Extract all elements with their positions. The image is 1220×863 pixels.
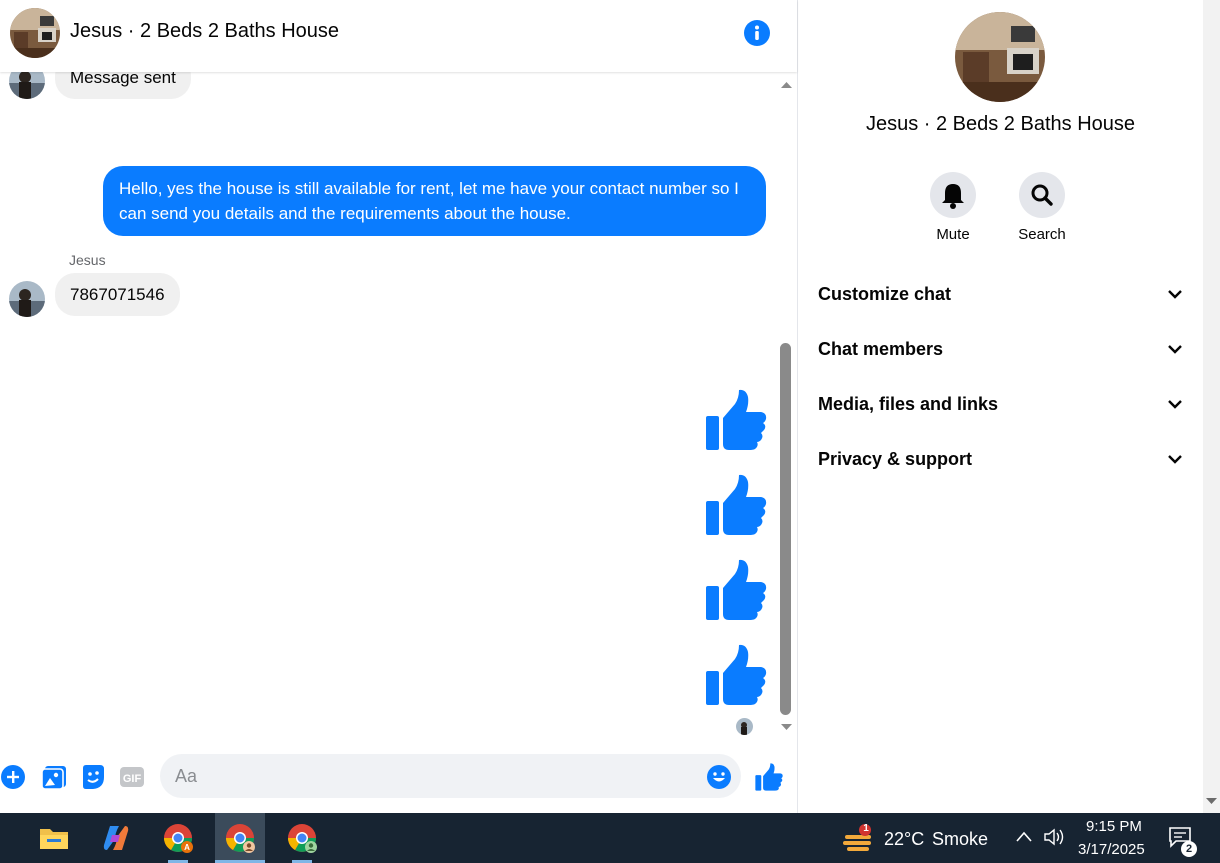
like-sticker-icon[interactable] [703, 473, 769, 537]
like-sticker-icon[interactable] [703, 388, 769, 452]
search-button[interactable]: Search [1007, 172, 1077, 243]
details-title: Jesus · 2 Beds 2 Baths House [865, 113, 1136, 135]
info-icon [755, 25, 759, 40]
chat-title[interactable]: Jesus · 2 Beds 2 Baths House [70, 20, 339, 43]
chrome-profile-icon [226, 824, 255, 853]
chevron-down-icon [1168, 400, 1182, 409]
weather-badge: 1 [863, 823, 869, 834]
chrome-profile-green-button[interactable] [277, 813, 327, 863]
scroll-up-icon[interactable] [779, 78, 794, 92]
search-icon [1031, 184, 1053, 206]
chrome-profile-a-button[interactable]: A [153, 813, 203, 863]
details-avatar[interactable] [955, 12, 1045, 102]
like-sticker-icon[interactable] [703, 558, 769, 622]
section-media-files-links[interactable]: Media, files and links [818, 384, 1183, 424]
message-list: Message sent Hello, yes the house is sti… [0, 72, 778, 740]
section-privacy-support[interactable]: Privacy & support [818, 439, 1183, 479]
scroll-down-icon[interactable] [779, 720, 794, 734]
chrome-profile-a-icon: A [164, 824, 193, 853]
chat-avatar[interactable] [10, 8, 60, 58]
message-bubble-outgoing[interactable]: Hello, yes the house is still available … [103, 166, 766, 236]
chat-header: Jesus · 2 Beds 2 Baths House [0, 0, 797, 72]
sender-avatar[interactable] [9, 281, 45, 317]
message-bubble-incoming[interactable]: 7867071546 [55, 273, 180, 316]
mute-button[interactable]: Mute [918, 172, 988, 243]
chat-pane: Jesus · 2 Beds 2 Baths House Message sen… [0, 0, 797, 813]
info-button[interactable] [744, 20, 770, 46]
copilot-icon [103, 826, 129, 850]
chrome-profile-green-icon [288, 824, 317, 853]
weather-temperature[interactable]: 22°C [884, 829, 924, 850]
section-customize-chat[interactable]: Customize chat [818, 274, 1183, 314]
details-pane: Jesus · 2 Beds 2 Baths House Mute Search… [798, 0, 1203, 813]
scroll-down-icon[interactable] [1205, 795, 1218, 807]
svg-text:GIF: GIF [123, 773, 142, 785]
weather-condition[interactable]: Smoke [932, 829, 988, 850]
chevron-down-icon [1168, 345, 1182, 354]
chevron-down-icon [1168, 455, 1182, 464]
page-scrollbar[interactable] [1203, 0, 1220, 813]
section-label: Chat members [818, 339, 944, 359]
sticker-icon[interactable] [79, 763, 107, 791]
bell-icon [942, 184, 964, 209]
seen-indicator-avatar [736, 718, 753, 735]
sender-avatar[interactable] [9, 72, 45, 99]
search-label: Search [1018, 226, 1066, 243]
section-label: Privacy & support [818, 449, 973, 469]
section-chat-members[interactable]: Chat members [818, 329, 1183, 369]
taskbar: A 1 22°C Smoke 9:15 PM 3/17/2025 2 [0, 813, 1220, 863]
mute-label: Mute [936, 226, 970, 243]
section-label: Customize chat [818, 284, 952, 304]
emoji-icon[interactable] [706, 764, 732, 790]
message-input[interactable] [160, 754, 741, 798]
composer: GIF [0, 748, 797, 808]
chat-scrollbar[interactable] [778, 72, 795, 740]
chevron-up-icon[interactable] [1015, 830, 1033, 844]
like-sticker-icon[interactable] [703, 643, 769, 707]
photo-icon[interactable] [40, 763, 68, 791]
message-bubble-incoming[interactable]: Message sent [55, 72, 191, 99]
clock-date[interactable]: 3/17/2025 [1078, 841, 1145, 858]
volume-icon[interactable] [1043, 827, 1067, 847]
chrome-profile-button[interactable] [215, 813, 265, 863]
clock-time[interactable]: 9:15 PM [1086, 818, 1142, 835]
copilot-button[interactable] [91, 813, 141, 863]
send-like-icon[interactable] [754, 762, 784, 792]
file-explorer-icon [40, 829, 68, 849]
file-explorer-button[interactable] [29, 813, 79, 863]
sender-name: Jesus [69, 252, 106, 268]
section-label: Media, files and links [818, 394, 999, 414]
svg-text:A: A [184, 843, 190, 852]
notification-count-badge: 2 [1181, 841, 1197, 857]
gif-icon[interactable]: GIF [118, 763, 146, 791]
plus-circle-icon[interactable] [0, 763, 28, 791]
chat-scrollbar-thumb[interactable] [780, 343, 791, 715]
chevron-down-icon [1168, 290, 1182, 299]
